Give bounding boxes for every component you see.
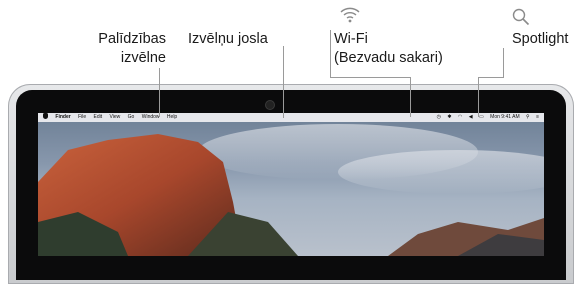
- help-menu-leader: [159, 68, 160, 117]
- volume-icon[interactable]: ◀: [469, 114, 473, 120]
- wifi-label-line2: (Bezvadu sakari): [334, 50, 443, 66]
- camera-dot: [266, 101, 274, 109]
- menu-item-file[interactable]: File: [78, 114, 86, 120]
- menu-bar: Finder File Edit View Go Window Help ◷ ✱…: [38, 113, 544, 122]
- bluetooth-icon[interactable]: ✱: [447, 114, 451, 120]
- menu-item-go[interactable]: Go: [128, 114, 135, 120]
- menu-bar-leader: [283, 46, 284, 118]
- search-icon: [512, 8, 530, 26]
- wallpaper-el-capitan: [38, 124, 544, 256]
- wifi-leader-vertical-top: [330, 30, 331, 77]
- wifi-callout: Wi-Fi (Bezvadu sakari): [334, 30, 443, 68]
- menu-item-edit[interactable]: Edit: [94, 114, 103, 120]
- menu-bar-callout: Izvēlņu josla: [188, 31, 268, 47]
- menu-bar-left: Finder File Edit View Go Window Help: [43, 113, 183, 122]
- help-menu-label-line2: izvēlne: [120, 50, 166, 66]
- clock-text[interactable]: Mon 9:41 AM: [490, 114, 519, 120]
- help-menu-label-line1: Palīdzības: [98, 31, 166, 47]
- wifi-label-line1: Wi-Fi: [334, 31, 368, 47]
- menu-item-finder[interactable]: Finder: [55, 114, 70, 120]
- menu-item-view[interactable]: View: [110, 114, 121, 120]
- wifi-icon: [340, 7, 360, 23]
- notification-center-icon[interactable]: ≡: [536, 114, 539, 120]
- menu-item-help[interactable]: Help: [167, 114, 177, 120]
- spotlight-callout: Spotlight: [512, 31, 569, 47]
- wifi-status-icon[interactable]: ◠: [458, 114, 462, 120]
- apple-icon[interactable]: [43, 113, 48, 119]
- time-machine-icon[interactable]: ◷: [437, 114, 441, 120]
- spotlight-leader-horizontal: [478, 77, 504, 78]
- wifi-leader-vertical-bottom: [410, 77, 411, 117]
- spotlight-leader-vertical-bottom: [478, 77, 479, 117]
- laptop-screen: Finder File Edit View Go Window Help ◷ ✱…: [38, 113, 544, 256]
- help-menu-callout: Palīdzības izvēlne: [94, 30, 166, 68]
- menu-bar-right: ◷ ✱ ◠ ◀ ▭ Mon 9:41 AM ⚲ ≡: [432, 113, 539, 122]
- battery-icon[interactable]: ▭: [479, 114, 484, 120]
- wifi-leader-horizontal: [330, 77, 410, 78]
- menu-item-window[interactable]: Window: [142, 114, 160, 120]
- spotlight-menu-icon[interactable]: ⚲: [526, 114, 530, 120]
- spotlight-leader-vertical-top: [503, 48, 504, 77]
